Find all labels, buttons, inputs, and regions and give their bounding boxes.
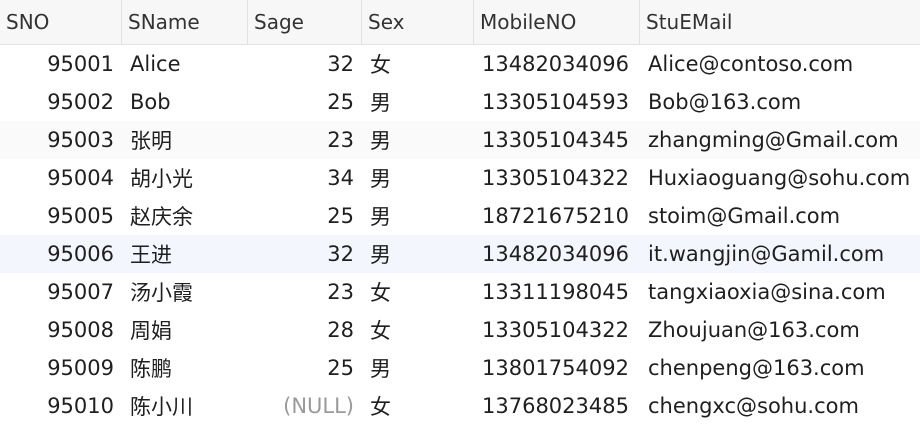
cell-stuemail[interactable]: Zhoujuan@163.com: [640, 311, 920, 349]
cell-sage[interactable]: 23: [248, 273, 362, 311]
cell-mobileno[interactable]: 13305104322: [474, 311, 640, 349]
cell-stuemail[interactable]: chengxc@sohu.com: [640, 387, 920, 425]
cell-sno[interactable]: 95007: [0, 273, 122, 311]
cell-sex[interactable]: 男: [362, 83, 474, 121]
cell-stuemail[interactable]: it.wangjin@Gamil.com: [640, 235, 920, 273]
cell-sno[interactable]: 95003: [0, 121, 122, 159]
cell-sno[interactable]: 95004: [0, 159, 122, 197]
column-header-mobileno[interactable]: MobileNO: [474, 0, 640, 44]
table-row[interactable]: 95001 Alice 32 女 13482034096 Alice@conto…: [0, 45, 920, 83]
cell-mobileno[interactable]: 13305104593: [474, 83, 640, 121]
cell-sex[interactable]: 男: [362, 197, 474, 235]
cell-sage-null[interactable]: (NULL): [248, 387, 362, 425]
column-header-stuemail[interactable]: StuEMail: [640, 0, 920, 44]
cell-mobileno[interactable]: 13311198045: [474, 273, 640, 311]
cell-sno[interactable]: 95006: [0, 235, 122, 273]
cell-stuemail[interactable]: chenpeng@163.com: [640, 349, 920, 387]
cell-sname[interactable]: 陈小川: [122, 387, 248, 425]
cell-sage[interactable]: 32: [248, 235, 362, 273]
column-header-sno[interactable]: SNO: [0, 0, 122, 44]
cell-sex[interactable]: 女: [362, 387, 474, 425]
cell-sex[interactable]: 男: [362, 121, 474, 159]
cell-mobileno[interactable]: 13801754092: [474, 349, 640, 387]
cell-mobileno[interactable]: 13768023485: [474, 387, 640, 425]
cell-stuemail[interactable]: Huxiaoguang@sohu.com: [640, 159, 920, 197]
cell-sname[interactable]: 周娟: [122, 311, 248, 349]
table-row[interactable]: 95008 周娟 28 女 13305104322 Zhoujuan@163.c…: [0, 311, 920, 349]
cell-sage[interactable]: 34: [248, 159, 362, 197]
column-header-sex[interactable]: Sex: [362, 0, 474, 44]
cell-sage[interactable]: 23: [248, 121, 362, 159]
cell-mobileno[interactable]: 13482034096: [474, 235, 640, 273]
cell-mobileno[interactable]: 18721675210: [474, 197, 640, 235]
cell-mobileno[interactable]: 13482034096: [474, 45, 640, 83]
table-row[interactable]: 95004 胡小光 34 男 13305104322 Huxiaoguang@s…: [0, 159, 920, 197]
cell-sno[interactable]: 95002: [0, 83, 122, 121]
cell-sname[interactable]: Alice: [122, 45, 248, 83]
cell-sage[interactable]: 28: [248, 311, 362, 349]
result-grid: SNO SName Sage Sex MobileNO StuEMail 950…: [0, 0, 920, 442]
cell-sno[interactable]: 95005: [0, 197, 122, 235]
cell-sex[interactable]: 女: [362, 273, 474, 311]
cell-sname[interactable]: 胡小光: [122, 159, 248, 197]
cell-sex[interactable]: 女: [362, 45, 474, 83]
cell-sname[interactable]: 张明: [122, 121, 248, 159]
cell-sage[interactable]: 25: [248, 197, 362, 235]
cell-stuemail[interactable]: Bob@163.com: [640, 83, 920, 121]
table-row[interactable]: 95003 张明 23 男 13305104345 zhangming@Gmai…: [0, 121, 920, 159]
table-row[interactable]: 95009 陈鹏 25 男 13801754092 chenpeng@163.c…: [0, 349, 920, 387]
cell-sname[interactable]: 汤小霞: [122, 273, 248, 311]
cell-sno[interactable]: 95008: [0, 311, 122, 349]
grid-body: 95001 Alice 32 女 13482034096 Alice@conto…: [0, 45, 920, 425]
cell-sname[interactable]: 陈鹏: [122, 349, 248, 387]
column-header-sname[interactable]: SName: [122, 0, 248, 44]
table-row[interactable]: 95010 陈小川 (NULL) 女 13768023485 chengxc@s…: [0, 387, 920, 425]
cell-mobileno[interactable]: 13305104322: [474, 159, 640, 197]
cell-stuemail[interactable]: stoim@Gmail.com: [640, 197, 920, 235]
table-row[interactable]: 95007 汤小霞 23 女 13311198045 tangxiaoxia@s…: [0, 273, 920, 311]
cell-stuemail[interactable]: Alice@contoso.com: [640, 45, 920, 83]
table-row[interactable]: 95002 Bob 25 男 13305104593 Bob@163.com: [0, 83, 920, 121]
cell-stuemail[interactable]: tangxiaoxia@sina.com: [640, 273, 920, 311]
cell-sname[interactable]: 王进: [122, 235, 248, 273]
cell-stuemail[interactable]: zhangming@Gmail.com: [640, 121, 920, 159]
cell-sname[interactable]: Bob: [122, 83, 248, 121]
cell-mobileno[interactable]: 13305104345: [474, 121, 640, 159]
cell-sage[interactable]: 25: [248, 349, 362, 387]
cell-sex[interactable]: 男: [362, 349, 474, 387]
cell-sex[interactable]: 男: [362, 159, 474, 197]
grid-header: SNO SName Sage Sex MobileNO StuEMail: [0, 0, 920, 45]
cell-sname[interactable]: 赵庆余: [122, 197, 248, 235]
table-row[interactable]: 95005 赵庆余 25 男 18721675210 stoim@Gmail.c…: [0, 197, 920, 235]
cell-sage[interactable]: 25: [248, 83, 362, 121]
cell-sno[interactable]: 95010: [0, 387, 122, 425]
cell-sno[interactable]: 95009: [0, 349, 122, 387]
cell-sno[interactable]: 95001: [0, 45, 122, 83]
cell-sex[interactable]: 男: [362, 235, 474, 273]
table-row[interactable]: 95006 王进 32 男 13482034096 it.wangjin@Gam…: [0, 235, 920, 273]
column-header-sage[interactable]: Sage: [248, 0, 362, 44]
cell-sage[interactable]: 32: [248, 45, 362, 83]
cell-sex[interactable]: 女: [362, 311, 474, 349]
